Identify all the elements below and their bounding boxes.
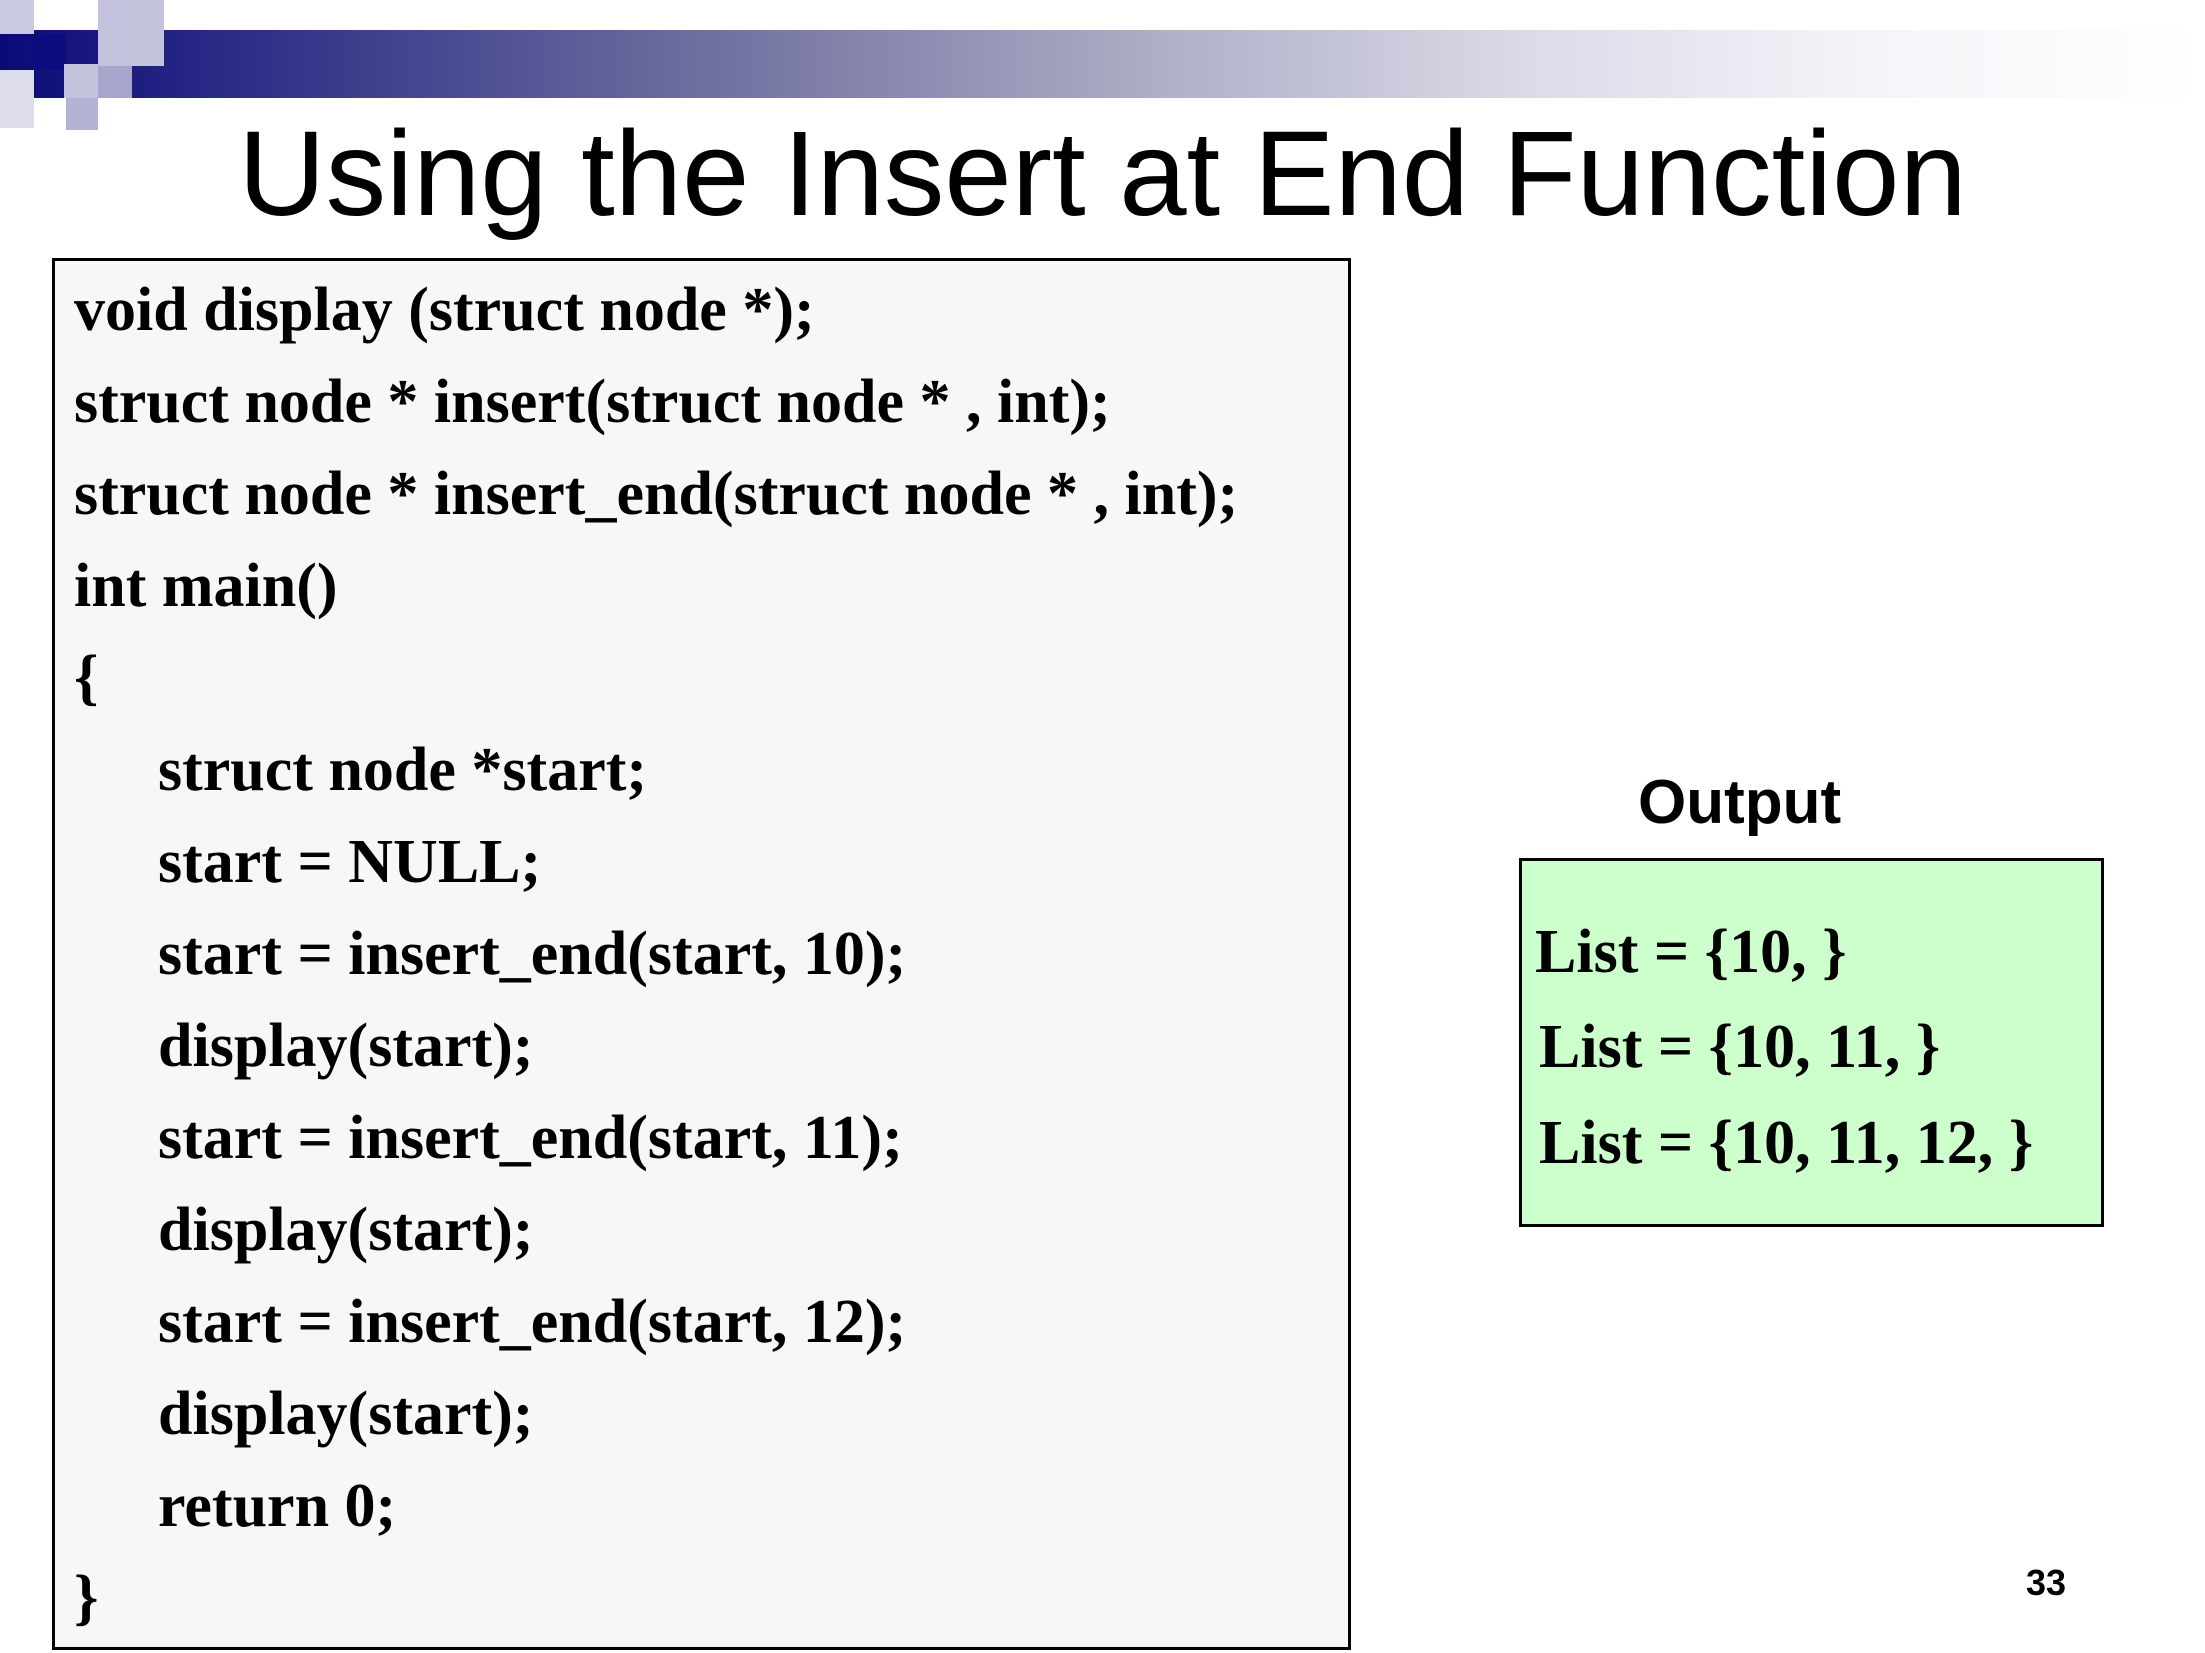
slide-title: Using the Insert at End Function (238, 105, 1967, 241)
decorative-square (30, 34, 66, 70)
code-block: void display (struct node *); struct nod… (52, 258, 1351, 1650)
page-number: 33 (2026, 1562, 2067, 1603)
output-line: List = {10, 11, } (1539, 1013, 1941, 1081)
output-line: List = {10, 11, 12, } (1539, 1109, 2034, 1177)
output-box: List = {10, } List = {10, 11, } List = {… (1519, 858, 2104, 1227)
code-line: display(start); (158, 1012, 534, 1080)
code-line: start = insert_end(start, 10); (158, 920, 907, 988)
decorative-square (0, 0, 34, 34)
decorative-square (98, 66, 132, 98)
code-line: void display (struct node *); (74, 276, 815, 344)
code-line: start = NULL; (158, 828, 542, 896)
decorative-square (98, 0, 164, 66)
header-gradient-bar (0, 30, 2205, 98)
code-line: } (74, 1564, 99, 1632)
code-line: { (74, 644, 99, 712)
code-line: display(start); (158, 1196, 534, 1264)
code-line: start = insert_end(start, 11); (158, 1104, 903, 1172)
code-line: int main() (74, 552, 338, 620)
output-line: List = {10, } (1535, 918, 1847, 986)
decorative-square (64, 64, 98, 98)
code-line: struct node *start; (158, 736, 648, 804)
code-line: return 0; (158, 1472, 397, 1540)
code-line: display(start); (158, 1380, 534, 1448)
output-label: Output (1638, 768, 1842, 837)
code-line: struct node * insert_end(struct node * ,… (74, 460, 1239, 528)
code-line: struct node * insert(struct node * , int… (74, 368, 1111, 436)
code-line: start = insert_end(start, 12); (158, 1288, 907, 1356)
